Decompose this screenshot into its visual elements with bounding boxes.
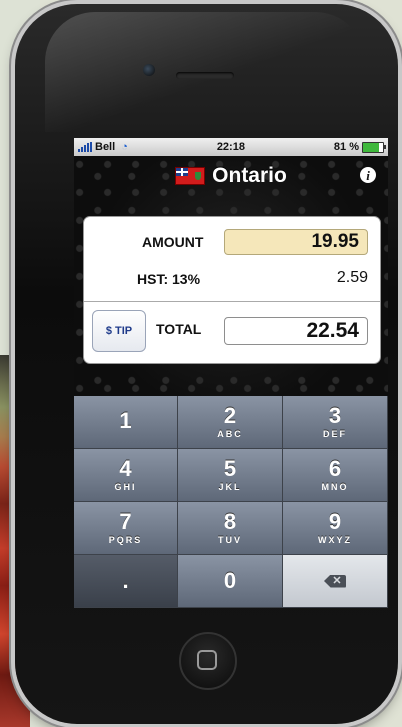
hst-label: HST: 13%: [137, 271, 201, 287]
key-6[interactable]: 6 MNO: [283, 449, 388, 502]
battery-icon: [362, 141, 386, 153]
phone-screen: Bell ◔ 22:18 81 % Ontario i AMOUNT 19.95: [74, 138, 388, 608]
numeric-keypad: 1 2 ABC 3 DEF 4 GHI 5 JKL 6 MNO 7 PQRS 8 TUV 9W…: [74, 396, 388, 608]
battery-percent: 81 %: [333, 141, 359, 153]
amount-row: AMOUNT 19.95: [84, 227, 380, 257]
key-7[interactable]: 7 PQRS: [74, 502, 178, 555]
calculator-card: AMOUNT 19.95 HST: 13% 2.59 $ TIP TOTAL 2…: [83, 216, 381, 364]
key-2[interactable]: 2 ABC: [178, 396, 283, 449]
amount-field[interactable]: 19.95: [224, 229, 368, 255]
home-square-icon: [197, 650, 217, 670]
backspace-icon: ✕: [324, 574, 346, 588]
total-label: TOTAL: [156, 321, 202, 337]
wifi-icon: ◔: [121, 141, 128, 153]
signal-strength-icon: [78, 142, 92, 152]
earpiece-speaker: [176, 72, 234, 79]
key-9[interactable]: 9 WXYZ: [283, 502, 388, 555]
key-0[interactable]: 0: [178, 555, 283, 608]
key-8[interactable]: 8 TUV: [178, 502, 283, 555]
hst-row: HST: 13% 2.59: [84, 267, 380, 291]
key-3[interactable]: 3 DEF: [283, 396, 388, 449]
carrier-name: Bell: [95, 141, 116, 153]
home-button[interactable]: [179, 632, 237, 690]
key-4[interactable]: 4 GHI: [74, 449, 178, 502]
key-5[interactable]: 5 JKL: [178, 449, 283, 502]
card-divider: [84, 301, 380, 302]
tip-button[interactable]: $ TIP: [92, 310, 146, 352]
info-icon[interactable]: i: [360, 167, 376, 183]
amount-label: AMOUNT: [142, 234, 204, 250]
status-bar: Bell ◔ 22:18 81 %: [74, 138, 388, 156]
backspace-key[interactable]: ✕: [283, 555, 388, 608]
hst-value: 2.59: [336, 269, 368, 286]
phone-device: Bell ◔ 22:18 81 % Ontario i AMOUNT 19.95: [15, 4, 398, 724]
key-decimal[interactable]: .: [74, 555, 178, 608]
total-field[interactable]: 22.54: [224, 317, 368, 345]
province-title[interactable]: Ontario: [212, 164, 287, 188]
navigation-bar: Ontario i: [74, 156, 388, 196]
status-time: 22:18: [216, 141, 245, 153]
front-camera: [143, 64, 155, 76]
key-1[interactable]: 1: [74, 396, 178, 449]
ontario-flag-icon: [175, 167, 206, 185]
